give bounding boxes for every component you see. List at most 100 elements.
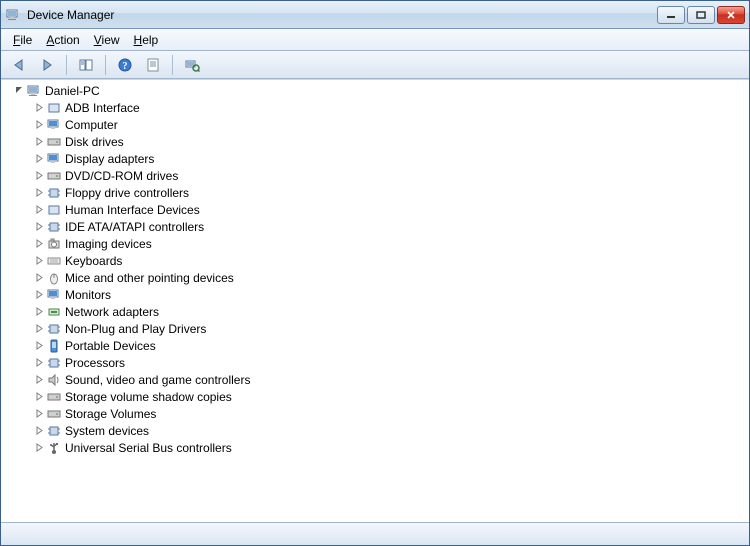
scan-hardware-button[interactable] bbox=[180, 54, 204, 76]
expand-arrow-icon[interactable] bbox=[33, 170, 45, 182]
svg-text:?: ? bbox=[123, 61, 128, 72]
tree-item-label: Storage volume shadow copies bbox=[65, 390, 232, 404]
tree-root-node[interactable]: Daniel-PC bbox=[13, 82, 749, 99]
device-category-icon bbox=[46, 253, 62, 269]
menu-view[interactable]: View bbox=[88, 31, 126, 49]
device-category-icon bbox=[46, 321, 62, 337]
expand-arrow-icon[interactable] bbox=[33, 391, 45, 403]
tree-item[interactable]: Disk drives bbox=[33, 133, 749, 150]
tree-item-label: Storage Volumes bbox=[65, 407, 156, 421]
properties-button[interactable] bbox=[141, 54, 165, 76]
toolbar-separator bbox=[66, 55, 67, 75]
tree-item[interactable]: Sound, video and game controllers bbox=[33, 371, 749, 388]
tree-item[interactable]: System devices bbox=[33, 422, 749, 439]
expand-arrow-icon[interactable] bbox=[33, 119, 45, 131]
tree-item[interactable]: ADB Interface bbox=[33, 99, 749, 116]
device-category-icon bbox=[46, 168, 62, 184]
tree-item-label: Keyboards bbox=[65, 254, 122, 268]
tree-item-label: ADB Interface bbox=[65, 101, 140, 115]
device-category-icon bbox=[46, 134, 62, 150]
menu-help[interactable]: Help bbox=[128, 31, 165, 49]
expand-arrow-icon[interactable] bbox=[33, 323, 45, 335]
device-category-icon bbox=[46, 423, 62, 439]
tree-item-label: Computer bbox=[65, 118, 118, 132]
tree-item-label: Human Interface Devices bbox=[65, 203, 200, 217]
device-category-icon bbox=[46, 117, 62, 133]
expand-arrow-icon[interactable] bbox=[33, 102, 45, 114]
tree-item[interactable]: Imaging devices bbox=[33, 235, 749, 252]
tree-item-label: Sound, video and game controllers bbox=[65, 373, 250, 387]
device-category-icon bbox=[46, 440, 62, 456]
expand-arrow-icon[interactable] bbox=[33, 187, 45, 199]
expand-arrow-icon[interactable] bbox=[33, 221, 45, 233]
device-category-icon bbox=[46, 287, 62, 303]
tree-item[interactable]: IDE ATA/ATAPI controllers bbox=[33, 218, 749, 235]
tree-item[interactable]: Display adapters bbox=[33, 150, 749, 167]
device-category-icon bbox=[46, 389, 62, 405]
collapse-arrow-icon[interactable] bbox=[13, 85, 25, 97]
expand-arrow-icon[interactable] bbox=[33, 255, 45, 267]
expand-arrow-icon[interactable] bbox=[33, 425, 45, 437]
expand-arrow-icon[interactable] bbox=[33, 136, 45, 148]
maximize-button[interactable] bbox=[687, 6, 715, 24]
minimize-button[interactable] bbox=[657, 6, 685, 24]
back-button[interactable] bbox=[7, 54, 31, 76]
tree-item[interactable]: DVD/CD-ROM drives bbox=[33, 167, 749, 184]
tree-item[interactable]: Keyboards bbox=[33, 252, 749, 269]
tree-item[interactable]: Computer bbox=[33, 116, 749, 133]
expand-arrow-icon[interactable] bbox=[33, 374, 45, 386]
expand-arrow-icon[interactable] bbox=[33, 272, 45, 284]
tree-root-label: Daniel-PC bbox=[45, 84, 100, 98]
expand-arrow-icon[interactable] bbox=[33, 204, 45, 216]
tree-item-label: Network adapters bbox=[65, 305, 159, 319]
expand-arrow-icon[interactable] bbox=[33, 408, 45, 420]
device-category-icon bbox=[46, 219, 62, 235]
tree-item-label: Display adapters bbox=[65, 152, 154, 166]
device-tree[interactable]: Daniel-PC ADB Interface Computer Disk driv… bbox=[1, 79, 749, 520]
statusbar bbox=[1, 522, 749, 545]
device-category-icon bbox=[46, 185, 62, 201]
tree-item[interactable]: Storage volume shadow copies bbox=[33, 388, 749, 405]
tree-item-label: IDE ATA/ATAPI controllers bbox=[65, 220, 204, 234]
expand-arrow-icon[interactable] bbox=[33, 442, 45, 454]
tree-item-label: Processors bbox=[65, 356, 125, 370]
tree-item-label: DVD/CD-ROM drives bbox=[65, 169, 178, 183]
tree-item[interactable]: Universal Serial Bus controllers bbox=[33, 439, 749, 456]
tree-item[interactable]: Non-Plug and Play Drivers bbox=[33, 320, 749, 337]
device-category-icon bbox=[46, 304, 62, 320]
device-category-icon bbox=[46, 338, 62, 354]
device-category-icon bbox=[46, 151, 62, 167]
device-category-icon bbox=[46, 202, 62, 218]
forward-button[interactable] bbox=[35, 54, 59, 76]
tree-item-label: Universal Serial Bus controllers bbox=[65, 441, 232, 455]
close-button[interactable] bbox=[717, 6, 745, 24]
help-button[interactable]: ? bbox=[113, 54, 137, 76]
device-category-icon bbox=[46, 355, 62, 371]
expand-arrow-icon[interactable] bbox=[33, 357, 45, 369]
expand-arrow-icon[interactable] bbox=[33, 340, 45, 352]
tree-item[interactable]: Network adapters bbox=[33, 303, 749, 320]
tree-item[interactable]: Mice and other pointing devices bbox=[33, 269, 749, 286]
expand-arrow-icon[interactable] bbox=[33, 238, 45, 250]
tree-item[interactable]: Portable Devices bbox=[33, 337, 749, 354]
tree-item-label: Monitors bbox=[65, 288, 111, 302]
tree-item[interactable]: Monitors bbox=[33, 286, 749, 303]
menu-action[interactable]: Action bbox=[40, 31, 85, 49]
toolbar: ? bbox=[1, 51, 749, 79]
device-category-icon bbox=[46, 406, 62, 422]
expand-arrow-icon[interactable] bbox=[33, 153, 45, 165]
expand-arrow-icon[interactable] bbox=[33, 289, 45, 301]
tree-item-label: Floppy drive controllers bbox=[65, 186, 189, 200]
menubar: File Action View Help bbox=[1, 29, 749, 51]
tree-item[interactable]: Processors bbox=[33, 354, 749, 371]
titlebar[interactable]: Device Manager bbox=[1, 1, 749, 29]
tree-item[interactable]: Human Interface Devices bbox=[33, 201, 749, 218]
computer-icon bbox=[26, 83, 42, 99]
menu-file[interactable]: File bbox=[7, 31, 38, 49]
tree-item[interactable]: Floppy drive controllers bbox=[33, 184, 749, 201]
show-hide-tree-button[interactable] bbox=[74, 54, 98, 76]
tree-item[interactable]: Storage Volumes bbox=[33, 405, 749, 422]
tree-item-label: Imaging devices bbox=[65, 237, 152, 251]
tree-item-label: Disk drives bbox=[65, 135, 124, 149]
expand-arrow-icon[interactable] bbox=[33, 306, 45, 318]
